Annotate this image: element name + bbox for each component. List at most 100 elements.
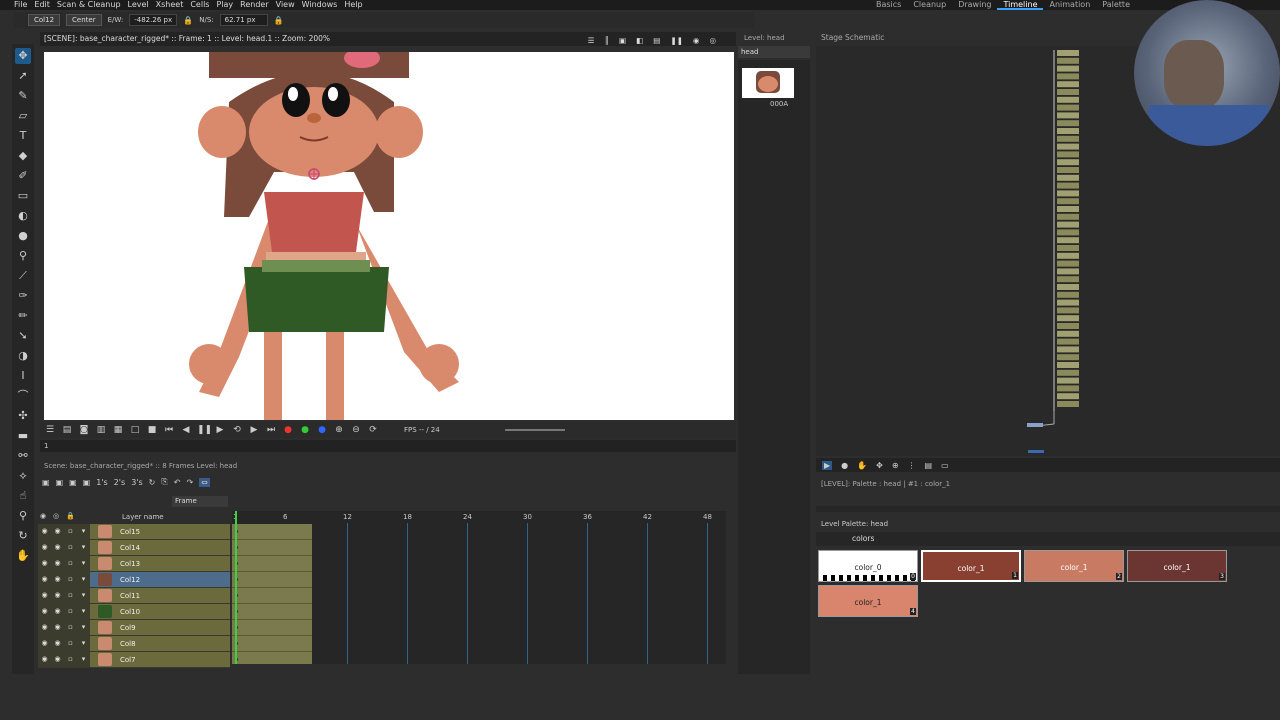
schematic-node[interactable] bbox=[1057, 112, 1079, 119]
schematic-node[interactable] bbox=[1057, 268, 1079, 275]
schematic-node[interactable] bbox=[1057, 315, 1079, 322]
preview-visible-icon[interactable]: ◉ bbox=[38, 556, 51, 571]
schematic-node[interactable] bbox=[1057, 393, 1079, 400]
camera-node-icon[interactable]: ● bbox=[841, 461, 848, 470]
cell[interactable] bbox=[232, 524, 312, 540]
preview-visible-icon[interactable]: ◉ bbox=[38, 652, 51, 667]
plastic-icon[interactable]: ⟡ bbox=[15, 468, 31, 484]
new-raster-icon[interactable]: ▣ bbox=[56, 478, 64, 487]
lock-icon[interactable]: ▫ bbox=[64, 636, 77, 651]
fps-slider[interactable] bbox=[504, 429, 565, 431]
lock-icon[interactable]: ▫ bbox=[64, 556, 77, 571]
viewer-canvas[interactable] bbox=[44, 52, 734, 420]
undo-icon[interactable]: ↶ bbox=[174, 478, 181, 487]
cell[interactable] bbox=[232, 604, 312, 620]
visibility-icon[interactable]: ◎ bbox=[705, 34, 716, 48]
schematic-node[interactable] bbox=[1057, 330, 1079, 337]
cell[interactable] bbox=[232, 588, 312, 604]
schematic-node[interactable] bbox=[1057, 229, 1079, 236]
bender-icon[interactable]: ◑ bbox=[15, 348, 31, 364]
new-toonz-icon[interactable]: ▣ bbox=[83, 478, 91, 487]
layer-row[interactable]: ◉ ◉ ▫ ▾ Col7 bbox=[38, 652, 230, 668]
menu-cells[interactable]: Cells bbox=[190, 0, 209, 10]
schematic-node[interactable] bbox=[1057, 401, 1079, 407]
menu-icon[interactable]: ☰ bbox=[44, 425, 56, 435]
cell[interactable] bbox=[232, 540, 312, 556]
duplicate-icon[interactable]: ⎘ bbox=[161, 477, 167, 487]
schematic-node[interactable] bbox=[1057, 245, 1079, 251]
schematic-node[interactable] bbox=[1057, 260, 1079, 267]
preview-visible-icon[interactable]: ◉ bbox=[38, 588, 51, 603]
fold-icon[interactable]: ▾ bbox=[77, 540, 90, 555]
schematic-node[interactable] bbox=[1057, 73, 1079, 80]
camstand-visible-icon[interactable]: ◉ bbox=[51, 524, 64, 539]
tracker-icon[interactable]: ▬ bbox=[15, 428, 31, 444]
step-1-button[interactable]: 1's bbox=[96, 478, 107, 487]
layer-row[interactable]: ◉ ◉ ▫ ▾ Col11 bbox=[38, 588, 230, 604]
fit-window-icon[interactable]: ✥ bbox=[876, 461, 883, 470]
schematic-node[interactable] bbox=[1057, 120, 1079, 127]
schematic-node[interactable] bbox=[1057, 198, 1079, 205]
menu-scan-cleanup[interactable]: Scan & Cleanup bbox=[57, 0, 121, 10]
camstand-visible-icon[interactable]: ◉ bbox=[51, 620, 64, 635]
layer-row[interactable]: ◉ ◉ ▫ ▾ Col14 bbox=[38, 540, 230, 556]
black-bg-icon[interactable]: ■ bbox=[146, 425, 158, 435]
schematic-node[interactable] bbox=[1057, 284, 1079, 290]
frame-slider[interactable]: 1 bbox=[40, 440, 736, 452]
hook-icon[interactable]: ⚯ bbox=[15, 448, 31, 464]
frame-mode-dropdown[interactable]: Frame bbox=[172, 496, 228, 507]
camstand-visible-icon[interactable]: ◉ bbox=[51, 636, 64, 651]
fold-icon[interactable]: ▾ bbox=[77, 652, 90, 667]
menu-view[interactable]: View bbox=[276, 0, 295, 10]
style-chip[interactable]: color_1 4 bbox=[818, 585, 918, 617]
preview-icon[interactable]: ◧ bbox=[632, 34, 643, 48]
schematic-node[interactable] bbox=[1057, 143, 1079, 150]
room-animation[interactable]: Animation bbox=[1043, 0, 1096, 10]
prev-frame-icon[interactable]: ◀ bbox=[180, 425, 192, 435]
redo-icon[interactable]: ↷ bbox=[186, 478, 193, 487]
timeline-frames[interactable]: 1 6 12 18 24 30 36 42 48 bbox=[232, 511, 726, 664]
schematic-node[interactable] bbox=[1057, 135, 1079, 142]
cutter-icon[interactable]: ⌒ bbox=[15, 388, 31, 404]
fold-icon[interactable]: ▾ bbox=[77, 636, 90, 651]
schematic-node[interactable] bbox=[1057, 307, 1079, 314]
cell[interactable] bbox=[232, 556, 312, 572]
schematic-node[interactable] bbox=[1057, 252, 1079, 259]
grid-icon[interactable]: ☰ bbox=[584, 34, 595, 48]
schematic-node[interactable] bbox=[1057, 346, 1079, 353]
pump-icon[interactable]: ✏ bbox=[15, 308, 31, 324]
palette-tab-colors[interactable]: colors bbox=[816, 534, 874, 543]
room-basics[interactable]: Basics bbox=[870, 0, 907, 10]
lock-icon[interactable]: ▫ bbox=[64, 588, 77, 603]
schematic-node[interactable] bbox=[1057, 276, 1079, 283]
control-point-icon[interactable]: ⟋ bbox=[15, 268, 31, 284]
style-chip[interactable]: color_1 1 bbox=[921, 550, 1021, 582]
fold-icon[interactable]: ▾ bbox=[77, 524, 90, 539]
schematic-node[interactable] bbox=[1057, 57, 1079, 64]
fold-icon[interactable]: ▾ bbox=[77, 620, 90, 635]
schematic-node[interactable] bbox=[1057, 299, 1079, 306]
pinch-icon[interactable]: ✑ bbox=[15, 288, 31, 304]
blue-channel-icon[interactable]: ● bbox=[316, 425, 328, 435]
play-icon[interactable]: ▶ bbox=[214, 425, 226, 435]
layer-row[interactable]: ◉ ◉ ▫ ▾ Col9 bbox=[38, 620, 230, 636]
animate-tool-icon[interactable]: ✥ bbox=[15, 48, 31, 64]
schematic-node[interactable] bbox=[1057, 65, 1079, 72]
green-channel-icon[interactable]: ● bbox=[299, 425, 311, 435]
fold-icon[interactable]: ▾ bbox=[77, 604, 90, 619]
last-frame-icon[interactable]: ⏭ bbox=[265, 425, 277, 435]
save-icon[interactable]: ▤ bbox=[61, 425, 73, 435]
camstand-visible-icon[interactable]: ◉ bbox=[51, 652, 64, 667]
level-frame-thumb[interactable] bbox=[742, 68, 794, 98]
schematic-node[interactable] bbox=[1057, 354, 1079, 361]
schematic-node[interactable] bbox=[1057, 362, 1079, 368]
lock-icon[interactable]: ▫ bbox=[64, 604, 77, 619]
layer-row[interactable]: ◉ ◉ ▫ ▾ Col15 bbox=[38, 524, 230, 540]
schematic-node[interactable] bbox=[1057, 291, 1079, 298]
snapshot-icon[interactable]: ◙ bbox=[78, 425, 90, 435]
maximize-icon[interactable]: ▤ bbox=[925, 461, 933, 470]
eraser-icon[interactable]: ▭ bbox=[15, 188, 31, 204]
schematic-node[interactable] bbox=[1057, 96, 1079, 103]
schematic-node[interactable] bbox=[1057, 182, 1079, 189]
ns-field[interactable]: 62.71 px bbox=[219, 14, 268, 26]
